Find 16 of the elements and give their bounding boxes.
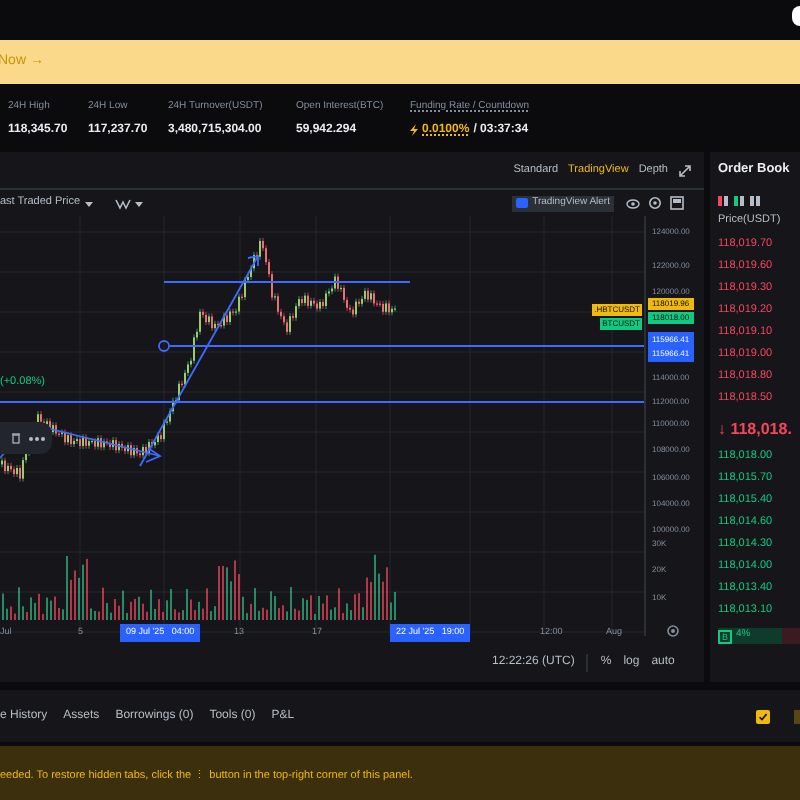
settings-icon bbox=[648, 196, 662, 210]
checkbox[interactable] bbox=[756, 709, 770, 723]
caret-icon bbox=[84, 199, 95, 207]
sell-ratio-bar bbox=[782, 628, 800, 644]
interval-icon bbox=[114, 197, 133, 209]
more-icon bbox=[28, 435, 46, 441]
last-price: ↓ 118,018. bbox=[718, 418, 794, 442]
caret-icon bbox=[134, 199, 145, 207]
screenshot-icon bbox=[670, 196, 684, 210]
lightning-icon bbox=[410, 124, 418, 137]
window-control[interactable] bbox=[792, 6, 800, 26]
trash-icon bbox=[12, 432, 20, 444]
expand-icon bbox=[678, 163, 692, 177]
eye-icon bbox=[626, 197, 640, 209]
settings-icon bbox=[666, 624, 680, 638]
alert-icon bbox=[516, 198, 529, 208]
